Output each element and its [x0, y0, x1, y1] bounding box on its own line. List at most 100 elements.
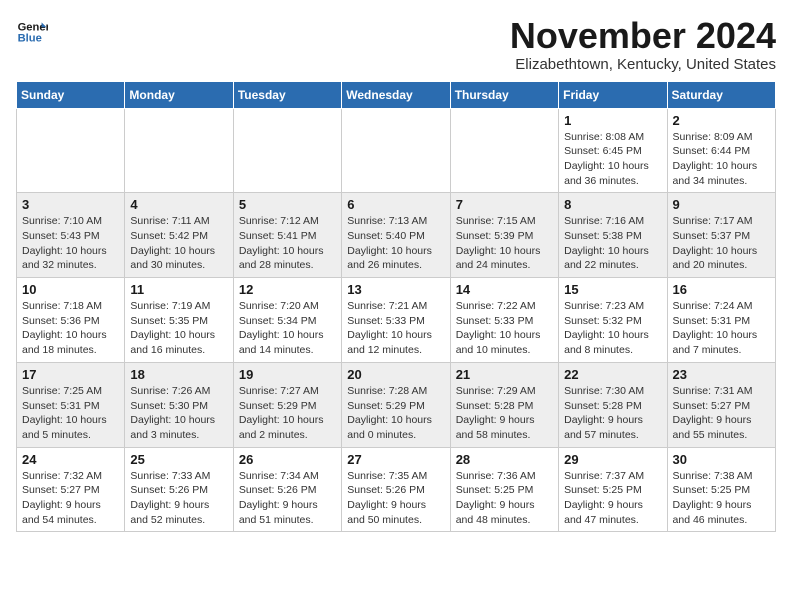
logo: General Blue — [16, 16, 48, 48]
calendar-week-5: 24 Sunrise: 7:32 AM Sunset: 5:27 PM Dayli… — [17, 447, 776, 532]
calendar-week-3: 10 Sunrise: 7:18 AM Sunset: 5:36 PM Dayli… — [17, 278, 776, 363]
table-cell: 22Sunrise: 7:30 AM Sunset: 5:28 PM Dayli… — [559, 362, 667, 447]
day-info: Sunrise: 7:32 AM Sunset: 5:27 PM Dayligh… — [22, 469, 119, 528]
title-area: November 2024 Elizabethtown, Kentucky, U… — [510, 16, 776, 73]
table-cell: 20Sunrise: 7:28 AM Sunset: 5:29 PM Dayli… — [342, 362, 450, 447]
table-cell: 13 Sunrise: 7:21 AM Sunset: 5:33 PM Dayli… — [342, 278, 450, 363]
day-info: Sunrise: 7:22 AM Sunset: 5:33 PM Dayligh… — [456, 299, 553, 358]
table-cell: 9 Sunrise: 7:17 AM Sunset: 5:37 PM Daylig… — [667, 193, 775, 278]
day-number: 23 — [673, 367, 770, 382]
day-number: 27 — [347, 452, 444, 467]
header-thursday: Thursday — [450, 81, 558, 108]
table-cell: 29 Sunrise: 7:37 AM Sunset: 5:25 PM Dayli… — [559, 447, 667, 532]
day-info: Sunrise: 8:09 AM Sunset: 6:44 PM Dayligh… — [673, 130, 770, 189]
calendar-table: Sunday Monday Tuesday Wednesday Thursday… — [16, 81, 776, 533]
day-number: 3 — [22, 197, 119, 212]
calendar-header-row: Sunday Monday Tuesday Wednesday Thursday… — [17, 81, 776, 108]
header-monday: Monday — [125, 81, 233, 108]
day-number: 30 — [673, 452, 770, 467]
header-saturday: Saturday — [667, 81, 775, 108]
day-info: Sunrise: 7:18 AM Sunset: 5:36 PM Dayligh… — [22, 299, 119, 358]
table-cell: 18 Sunrise: 7:26 AM Sunset: 5:30 PM Dayli… — [125, 362, 233, 447]
day-info: Sunrise: 7:27 AM Sunset: 5:29 PM Dayligh… — [239, 384, 336, 443]
table-cell — [17, 108, 125, 193]
svg-text:Blue: Blue — [18, 33, 42, 45]
header-friday: Friday — [559, 81, 667, 108]
table-cell: 30 Sunrise: 7:38 AM Sunset: 5:25 PM Dayli… — [667, 447, 775, 532]
day-info: Sunrise: 7:19 AM Sunset: 5:35 PM Dayligh… — [130, 299, 227, 358]
table-cell: 4 Sunrise: 7:11 AM Sunset: 5:42 PM Daylig… — [125, 193, 233, 278]
day-info: Sunrise: 7:35 AM Sunset: 5:26 PM Dayligh… — [347, 469, 444, 528]
day-info: Sunrise: 7:34 AM Sunset: 5:26 PM Dayligh… — [239, 469, 336, 528]
day-info: Sunrise: 7:20 AM Sunset: 5:34 PM Dayligh… — [239, 299, 336, 358]
day-number: 18 — [130, 367, 227, 382]
day-number: 10 — [22, 282, 119, 297]
table-cell: 17 Sunrise: 7:25 AM Sunset: 5:31 PM Dayli… — [17, 362, 125, 447]
day-info: Sunrise: 7:33 AM Sunset: 5:26 PM Dayligh… — [130, 469, 227, 528]
day-info: Sunrise: 7:17 AM Sunset: 5:37 PM Dayligh… — [673, 214, 770, 273]
table-cell: 2 Sunrise: 8:09 AM Sunset: 6:44 PM Daylig… — [667, 108, 775, 193]
table-cell: 21Sunrise: 7:29 AM Sunset: 5:28 PM Dayli… — [450, 362, 558, 447]
header-wednesday: Wednesday — [342, 81, 450, 108]
day-info: Sunrise: 7:16 AM Sunset: 5:38 PM Dayligh… — [564, 214, 661, 273]
day-info: Sunrise: 7:36 AM Sunset: 5:25 PM Dayligh… — [456, 469, 553, 528]
day-number: 12 — [239, 282, 336, 297]
table-cell — [233, 108, 341, 193]
table-cell — [450, 108, 558, 193]
day-info: Sunrise: 7:25 AM Sunset: 5:31 PM Dayligh… — [22, 384, 119, 443]
day-number: 14 — [456, 282, 553, 297]
day-info: Sunrise: 7:29 AM Sunset: 5:28 PM Dayligh… — [456, 384, 553, 443]
day-number: 15 — [564, 282, 661, 297]
calendar-week-1: 1Sunrise: 8:08 AM Sunset: 6:45 PM Daylig… — [17, 108, 776, 193]
day-info: Sunrise: 7:30 AM Sunset: 5:28 PM Dayligh… — [564, 384, 661, 443]
table-cell: 11Sunrise: 7:19 AM Sunset: 5:35 PM Dayli… — [125, 278, 233, 363]
header-tuesday: Tuesday — [233, 81, 341, 108]
day-number: 26 — [239, 452, 336, 467]
table-cell: 12 Sunrise: 7:20 AM Sunset: 5:34 PM Dayli… — [233, 278, 341, 363]
day-info: Sunrise: 7:13 AM Sunset: 5:40 PM Dayligh… — [347, 214, 444, 273]
day-info: Sunrise: 7:24 AM Sunset: 5:31 PM Dayligh… — [673, 299, 770, 358]
table-cell: 27 Sunrise: 7:35 AM Sunset: 5:26 PM Dayli… — [342, 447, 450, 532]
day-number: 29 — [564, 452, 661, 467]
day-number: 19 — [239, 367, 336, 382]
day-number: 24 — [22, 452, 119, 467]
table-cell — [125, 108, 233, 193]
day-info: Sunrise: 7:38 AM Sunset: 5:25 PM Dayligh… — [673, 469, 770, 528]
day-number: 4 — [130, 197, 227, 212]
table-cell: 8 Sunrise: 7:16 AM Sunset: 5:38 PM Daylig… — [559, 193, 667, 278]
day-info: Sunrise: 7:31 AM Sunset: 5:27 PM Dayligh… — [673, 384, 770, 443]
day-info: Sunrise: 7:21 AM Sunset: 5:33 PM Dayligh… — [347, 299, 444, 358]
table-cell: 28 Sunrise: 7:36 AM Sunset: 5:25 PM Dayli… — [450, 447, 558, 532]
table-cell: 23 Sunrise: 7:31 AM Sunset: 5:27 PM Dayli… — [667, 362, 775, 447]
day-info: Sunrise: 8:08 AM Sunset: 6:45 PM Dayligh… — [564, 130, 661, 189]
header-sunday: Sunday — [17, 81, 125, 108]
day-info: Sunrise: 7:26 AM Sunset: 5:30 PM Dayligh… — [130, 384, 227, 443]
page-header: General Blue November 2024 Elizabethtown… — [16, 16, 776, 73]
table-cell — [342, 108, 450, 193]
location: Elizabethtown, Kentucky, United States — [510, 56, 776, 73]
day-number: 17 — [22, 367, 119, 382]
day-number: 28 — [456, 452, 553, 467]
day-number: 8 — [564, 197, 661, 212]
day-info: Sunrise: 7:15 AM Sunset: 5:39 PM Dayligh… — [456, 214, 553, 273]
calendar-week-2: 3 Sunrise: 7:10 AM Sunset: 5:43 PM Daylig… — [17, 193, 776, 278]
day-info: Sunrise: 7:12 AM Sunset: 5:41 PM Dayligh… — [239, 214, 336, 273]
month-title: November 2024 — [510, 16, 776, 56]
logo-icon: General Blue — [16, 16, 48, 48]
day-info: Sunrise: 7:37 AM Sunset: 5:25 PM Dayligh… — [564, 469, 661, 528]
day-number: 7 — [456, 197, 553, 212]
day-number: 13 — [347, 282, 444, 297]
day-number: 5 — [239, 197, 336, 212]
day-info: Sunrise: 7:11 AM Sunset: 5:42 PM Dayligh… — [130, 214, 227, 273]
table-cell: 14 Sunrise: 7:22 AM Sunset: 5:33 PM Dayli… — [450, 278, 558, 363]
table-cell: 25Sunrise: 7:33 AM Sunset: 5:26 PM Dayli… — [125, 447, 233, 532]
table-cell: 3 Sunrise: 7:10 AM Sunset: 5:43 PM Daylig… — [17, 193, 125, 278]
table-cell: 15 Sunrise: 7:23 AM Sunset: 5:32 PM Dayli… — [559, 278, 667, 363]
day-number: 9 — [673, 197, 770, 212]
day-info: Sunrise: 7:28 AM Sunset: 5:29 PM Dayligh… — [347, 384, 444, 443]
day-info: Sunrise: 7:10 AM Sunset: 5:43 PM Dayligh… — [22, 214, 119, 273]
calendar-week-4: 17 Sunrise: 7:25 AM Sunset: 5:31 PM Dayli… — [17, 362, 776, 447]
day-number: 2 — [673, 113, 770, 128]
day-info: Sunrise: 7:23 AM Sunset: 5:32 PM Dayligh… — [564, 299, 661, 358]
svg-text:General: General — [18, 21, 48, 33]
